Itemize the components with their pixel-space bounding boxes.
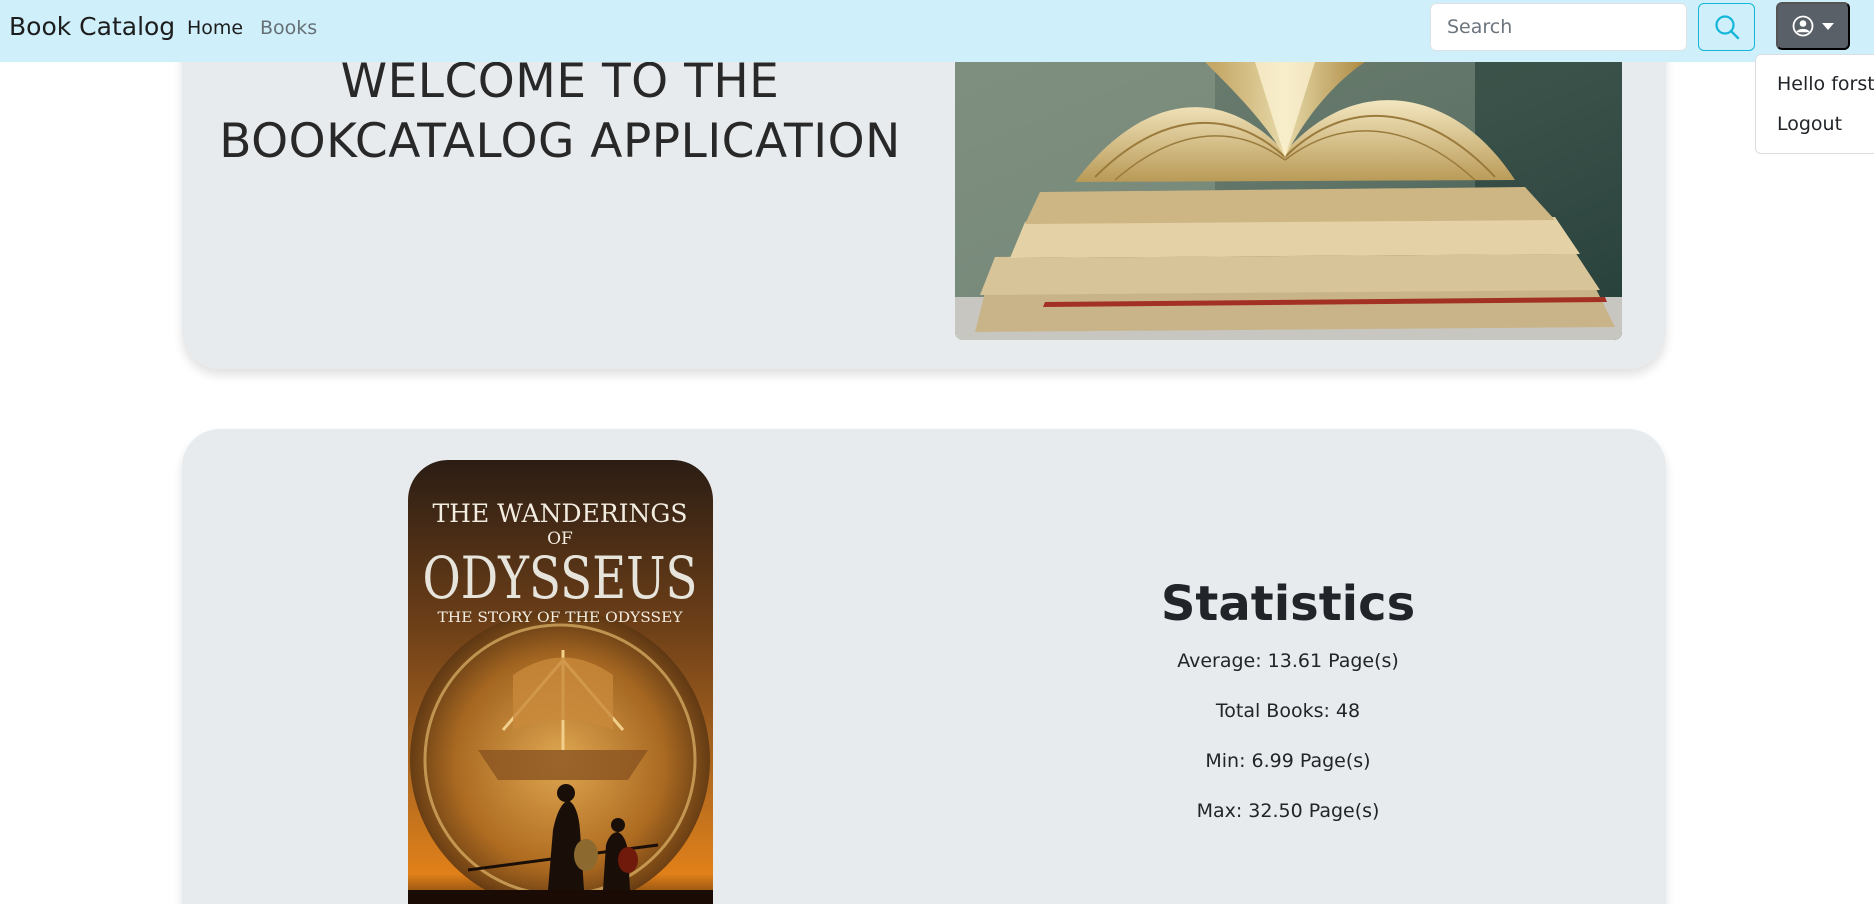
cover-title-main: ODYSSEUS [423,544,698,612]
stat-average: Average: 13.61 Page(s) [1177,650,1399,672]
top-navbar: Book Catalog Home Books [0,0,1874,62]
brand-link[interactable]: Book Catalog [9,12,175,41]
nav-link-books[interactable]: Books [260,17,317,39]
search-icon [1714,15,1739,40]
statistics-heading: Statistics [1160,576,1416,632]
nav-link-home[interactable]: Home [187,17,243,39]
stat-min: Min: 6.99 Page(s) [1205,750,1371,772]
user-circle-icon [1792,15,1814,37]
logout-link[interactable]: Logout [1777,113,1842,135]
search-button[interactable] [1698,3,1755,51]
user-menu-button[interactable] [1776,2,1850,50]
stat-total-books: Total Books: 48 [1215,700,1361,722]
cover-title-line1: THE WANDERINGS [432,499,687,528]
user-dropdown-menu: Hello forste Logout [1755,54,1874,154]
featured-book-cover[interactable]: THE WANDERINGS OF ODYSSEUS THE STORY OF … [408,460,713,904]
books-stack-image [955,62,1622,340]
welcome-heading: WELCOME TO THE BOOKCATALOG APPLICATION [219,54,901,169]
stat-max: Max: 32.50 Page(s) [1196,800,1380,822]
search-input[interactable] [1430,3,1687,51]
chevron-down-icon [1822,22,1834,30]
user-greeting: Hello forste [1777,73,1874,95]
cover-subtitle: THE STORY OF THE ODYSSEY [438,610,684,626]
